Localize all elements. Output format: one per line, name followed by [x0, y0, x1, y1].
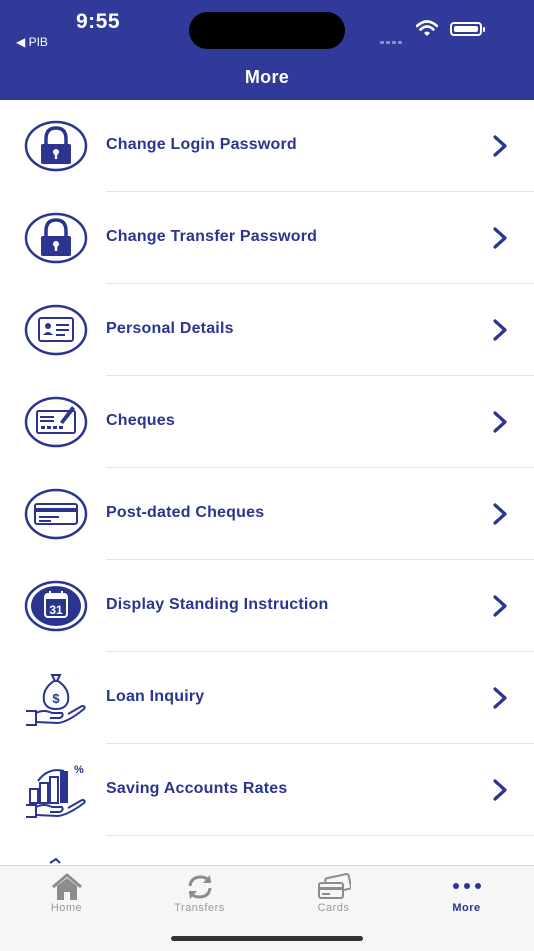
chevron-right-icon	[493, 135, 507, 157]
chevron-right-icon	[493, 779, 507, 801]
card-icon	[24, 488, 88, 540]
tab-label: Transfers	[174, 902, 225, 914]
partial-icon	[49, 857, 61, 864]
menu-item-cheques[interactable]: Cheques	[0, 376, 534, 468]
tab-label: Cards	[317, 902, 350, 914]
money-bag-hand-icon: $	[26, 674, 86, 726]
cards-icon	[317, 873, 351, 899]
tab-transfers[interactable]: Transfers	[133, 866, 266, 926]
menu-item-label: Saving Accounts Rates	[106, 780, 288, 797]
more-dots-icon	[452, 883, 481, 889]
menu-item-post-dated-cheques[interactable]: Post-dated Cheques	[0, 468, 534, 560]
tab-label: More	[452, 902, 481, 914]
menu-item-label: Post-dated Cheques	[106, 504, 265, 521]
menu-item-label: Change Transfer Password	[106, 228, 318, 245]
svg-text:$: $	[52, 691, 60, 706]
chevron-right-icon	[493, 227, 507, 249]
menu-item-label: Change Login Password	[106, 136, 297, 153]
chevron-right-icon	[493, 411, 507, 433]
chevron-right-icon	[493, 595, 507, 617]
battery-icon	[450, 22, 485, 36]
chevron-right-icon	[493, 319, 507, 341]
signal-icon	[380, 31, 408, 44]
svg-text:31: 31	[49, 603, 63, 617]
lock-icon	[24, 212, 88, 264]
id-card-icon	[24, 304, 88, 356]
tab-more[interactable]: More	[400, 866, 533, 926]
calendar-icon: 31	[24, 580, 88, 632]
tab-home[interactable]: Home	[0, 866, 133, 926]
tab-label: Home	[50, 902, 83, 914]
home-indicator[interactable]	[171, 936, 363, 941]
menu-item-personal-details[interactable]: Personal Details	[0, 284, 534, 376]
home-icon	[51, 873, 82, 900]
more-menu-list: Change Login Password Change Transfer Pa…	[0, 100, 534, 865]
page-title: More	[244, 67, 290, 87]
menu-item-change-login-password[interactable]: Change Login Password	[0, 100, 534, 192]
chevron-right-icon	[493, 503, 507, 525]
svg-text:%: %	[74, 764, 84, 776]
menu-item-label: Personal Details	[106, 320, 234, 337]
app-header: 9:55 ◀ PIB More	[0, 0, 534, 100]
back-to-app-link[interactable]: ◀ PIB	[16, 35, 48, 49]
status-time: 9:55	[76, 10, 121, 33]
menu-item-label: Display Standing Instruction	[106, 596, 329, 613]
menu-item-change-transfer-password[interactable]: Change Transfer Password	[0, 192, 534, 284]
menu-item-saving-accounts-rates[interactable]: % Saving Accounts Rates	[0, 744, 534, 836]
menu-item-label: Loan Inquiry	[106, 688, 205, 705]
chevron-right-icon	[493, 687, 507, 709]
tab-cards[interactable]: Cards	[267, 866, 400, 926]
wifi-icon	[416, 20, 438, 36]
rates-chart-icon: %	[26, 764, 86, 818]
lock-icon	[24, 120, 88, 172]
menu-item-label: Cheques	[106, 412, 175, 429]
menu-item-display-standing-instruction[interactable]: 31 Display Standing Instruction	[0, 560, 534, 652]
menu-item-loan-inquiry[interactable]: $ Loan Inquiry	[0, 652, 534, 744]
transfer-icon	[188, 875, 211, 899]
menu-item-partial[interactable]	[0, 836, 534, 865]
dynamic-island	[189, 12, 345, 49]
cheque-icon	[24, 396, 88, 448]
